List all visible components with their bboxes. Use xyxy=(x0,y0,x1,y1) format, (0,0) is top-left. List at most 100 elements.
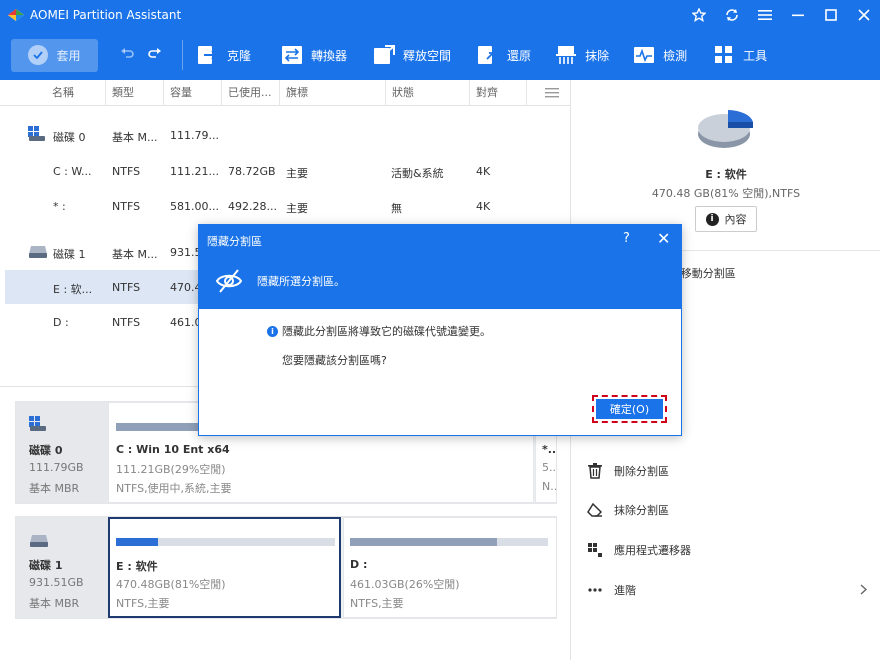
row-capacity: 470.4 xyxy=(170,281,202,294)
tool-label-restore: 還原 xyxy=(507,48,532,63)
ok-button-highlight: 確定(O) xyxy=(592,395,667,423)
test-button[interactable]: 檢測 xyxy=(633,30,687,80)
tool-label-converter: 轉換器 xyxy=(311,48,348,63)
disk-name: 磁碟 0 xyxy=(29,444,63,457)
col-status[interactable]: 狀態 xyxy=(386,80,470,106)
wipe-button[interactable]: 抹除 xyxy=(555,30,609,80)
ok-button[interactable]: 確定(O) xyxy=(596,399,663,419)
refresh-icon[interactable] xyxy=(715,0,748,30)
op-label: 刪除分割區 xyxy=(614,465,669,478)
row-name: C : W... xyxy=(53,165,92,178)
more-icon xyxy=(585,580,605,600)
app-mover-icon xyxy=(585,540,605,560)
free-space-icon xyxy=(373,44,396,66)
disk-1-card[interactable]: 磁碟 1 931.51GB 基本 MBR E : 软件 470.48GB(81%… xyxy=(15,516,557,619)
disk-0-info: 磁碟 0 111.79GB 基本 MBR xyxy=(16,402,108,503)
col-align[interactable]: 對齊 xyxy=(470,80,527,106)
toolbar-divider xyxy=(182,40,183,70)
row-type: 基本 M... xyxy=(112,248,158,261)
disk-size: 931.51GB xyxy=(29,576,84,589)
apply-button[interactable]: 套用 xyxy=(11,38,98,72)
op-wipe-partition[interactable]: 抹除分割區 xyxy=(585,500,669,520)
tools-button[interactable]: 工具 xyxy=(713,30,767,80)
properties-button[interactable]: i 內容 xyxy=(695,206,757,232)
properties-label: 內容 xyxy=(724,213,747,226)
trash-icon xyxy=(585,461,605,481)
redo-icon[interactable] xyxy=(148,47,162,63)
eraser-icon xyxy=(585,500,605,520)
dialog-close-icon[interactable]: ✕ xyxy=(657,229,670,248)
restore-icon xyxy=(477,44,499,66)
star-icon[interactable] xyxy=(682,0,715,30)
chevron-right-icon[interactable] xyxy=(860,584,868,598)
row-status: 活動&系統 xyxy=(391,167,444,180)
selected-partition-name: E : 软件 xyxy=(705,168,747,181)
tool-label-wipe: 抹除 xyxy=(585,48,610,63)
partition-name: D : xyxy=(350,558,368,571)
partition-name: C : Win 10 Ent x64 xyxy=(116,443,230,456)
row-type: NTFS xyxy=(112,200,141,213)
partition-info: NTFS,主要 xyxy=(116,597,170,610)
col-flag[interactable]: 旗標 xyxy=(280,80,386,106)
row-flag: 主要 xyxy=(286,167,308,180)
table-row[interactable]: * : NTFS 581.00... 492.28... 主要 無 4K xyxy=(0,189,570,223)
row-name: 磁碟 0 xyxy=(53,131,86,144)
row-used: 492.28... xyxy=(228,200,277,213)
converter-icon xyxy=(281,44,303,66)
minimize-icon[interactable] xyxy=(781,0,814,30)
op-advanced[interactable]: 進階 xyxy=(585,580,636,600)
op-resize-move[interactable]: /移動分割區 xyxy=(677,263,736,283)
tool-label-clone: 克隆 xyxy=(227,48,252,63)
close-icon[interactable] xyxy=(847,0,880,30)
hdd-icon xyxy=(29,534,49,551)
wipe-icon xyxy=(555,44,577,66)
main-toolbar: 套用 克隆 轉換器 釋放空間 還原 抹除 檢測 工具 xyxy=(0,30,880,80)
col-used[interactable]: 已使用... xyxy=(222,80,280,106)
row-name: 磁碟 1 xyxy=(53,248,86,261)
table-row[interactable]: 磁碟 0 基本 M... 111.79... xyxy=(0,118,570,152)
col-capacity[interactable]: 容量 xyxy=(164,80,222,106)
dialog-info-text: 隱藏此分割區將導致它的磁碟代號遺變更。 xyxy=(282,325,491,338)
menu-icon[interactable] xyxy=(748,0,781,30)
help-icon[interactable]: ? xyxy=(623,231,630,246)
partition-usage-fill xyxy=(350,538,497,546)
partition-size: 470.48GB(81%空閒) xyxy=(116,578,226,591)
col-type[interactable]: 類型 xyxy=(106,80,164,106)
row-align: 4K xyxy=(476,165,491,178)
maximize-icon[interactable] xyxy=(814,0,847,30)
partition-name: E : 软件 xyxy=(116,560,158,573)
disk-type: 基本 MBR xyxy=(29,482,80,495)
undo-icon[interactable] xyxy=(120,47,134,63)
clone-button[interactable]: 克隆 xyxy=(197,30,251,80)
row-name: * : xyxy=(53,200,66,213)
apply-label: 套用 xyxy=(56,48,81,63)
partition-usage-fill xyxy=(116,538,158,546)
restore-button[interactable]: 還原 xyxy=(477,30,531,80)
partition-d[interactable]: D : 461.03GB(26%空閒) NTFS,主要 xyxy=(343,517,557,618)
col-name[interactable]: 名稱 xyxy=(0,80,106,106)
op-delete-partition[interactable]: 刪除分割區 xyxy=(585,461,669,481)
dialog-title: 隱藏分割區 xyxy=(207,235,262,248)
title-bar: AOMEI Partition Assistant xyxy=(0,0,880,30)
partition-e-selected[interactable]: E : 软件 470.48GB(81%空閒) NTFS,主要 xyxy=(108,517,341,618)
dialog-question: 您要隱藏該分割區嗎? xyxy=(282,354,387,367)
dialog-info: i 隱藏此分割區將導致它的磁碟代號遺變更。 xyxy=(267,323,491,339)
table-row[interactable]: C : W... NTFS 111.21... 78.72GB 主要 活動&系統… xyxy=(0,154,570,188)
info-icon: i xyxy=(705,212,719,226)
row-name: D : xyxy=(53,316,69,329)
free-space-button[interactable]: 釋放空間 xyxy=(373,30,451,80)
converter-button[interactable]: 轉換器 xyxy=(281,30,347,80)
row-capacity: 581.00... xyxy=(170,200,219,213)
app-logo-icon xyxy=(8,9,24,21)
row-capacity: 111.79... xyxy=(170,129,219,142)
partition-size: 111.21GB(29%空閒) xyxy=(116,463,226,476)
dialog-header: 隱藏分割區 ? ✕ 隱藏所選分割區。 xyxy=(199,225,681,309)
disk-size: 111.79GB xyxy=(29,461,84,474)
column-settings-icon[interactable] xyxy=(527,80,570,106)
disk-type: 基本 MBR xyxy=(29,597,80,610)
tool-label-tools: 工具 xyxy=(743,48,768,63)
row-capacity: 111.21... xyxy=(170,165,219,178)
op-label: 應用程式遷移器 xyxy=(614,544,691,557)
row-align: 4K xyxy=(476,200,491,213)
op-app-mover[interactable]: 應用程式遷移器 xyxy=(585,540,691,560)
